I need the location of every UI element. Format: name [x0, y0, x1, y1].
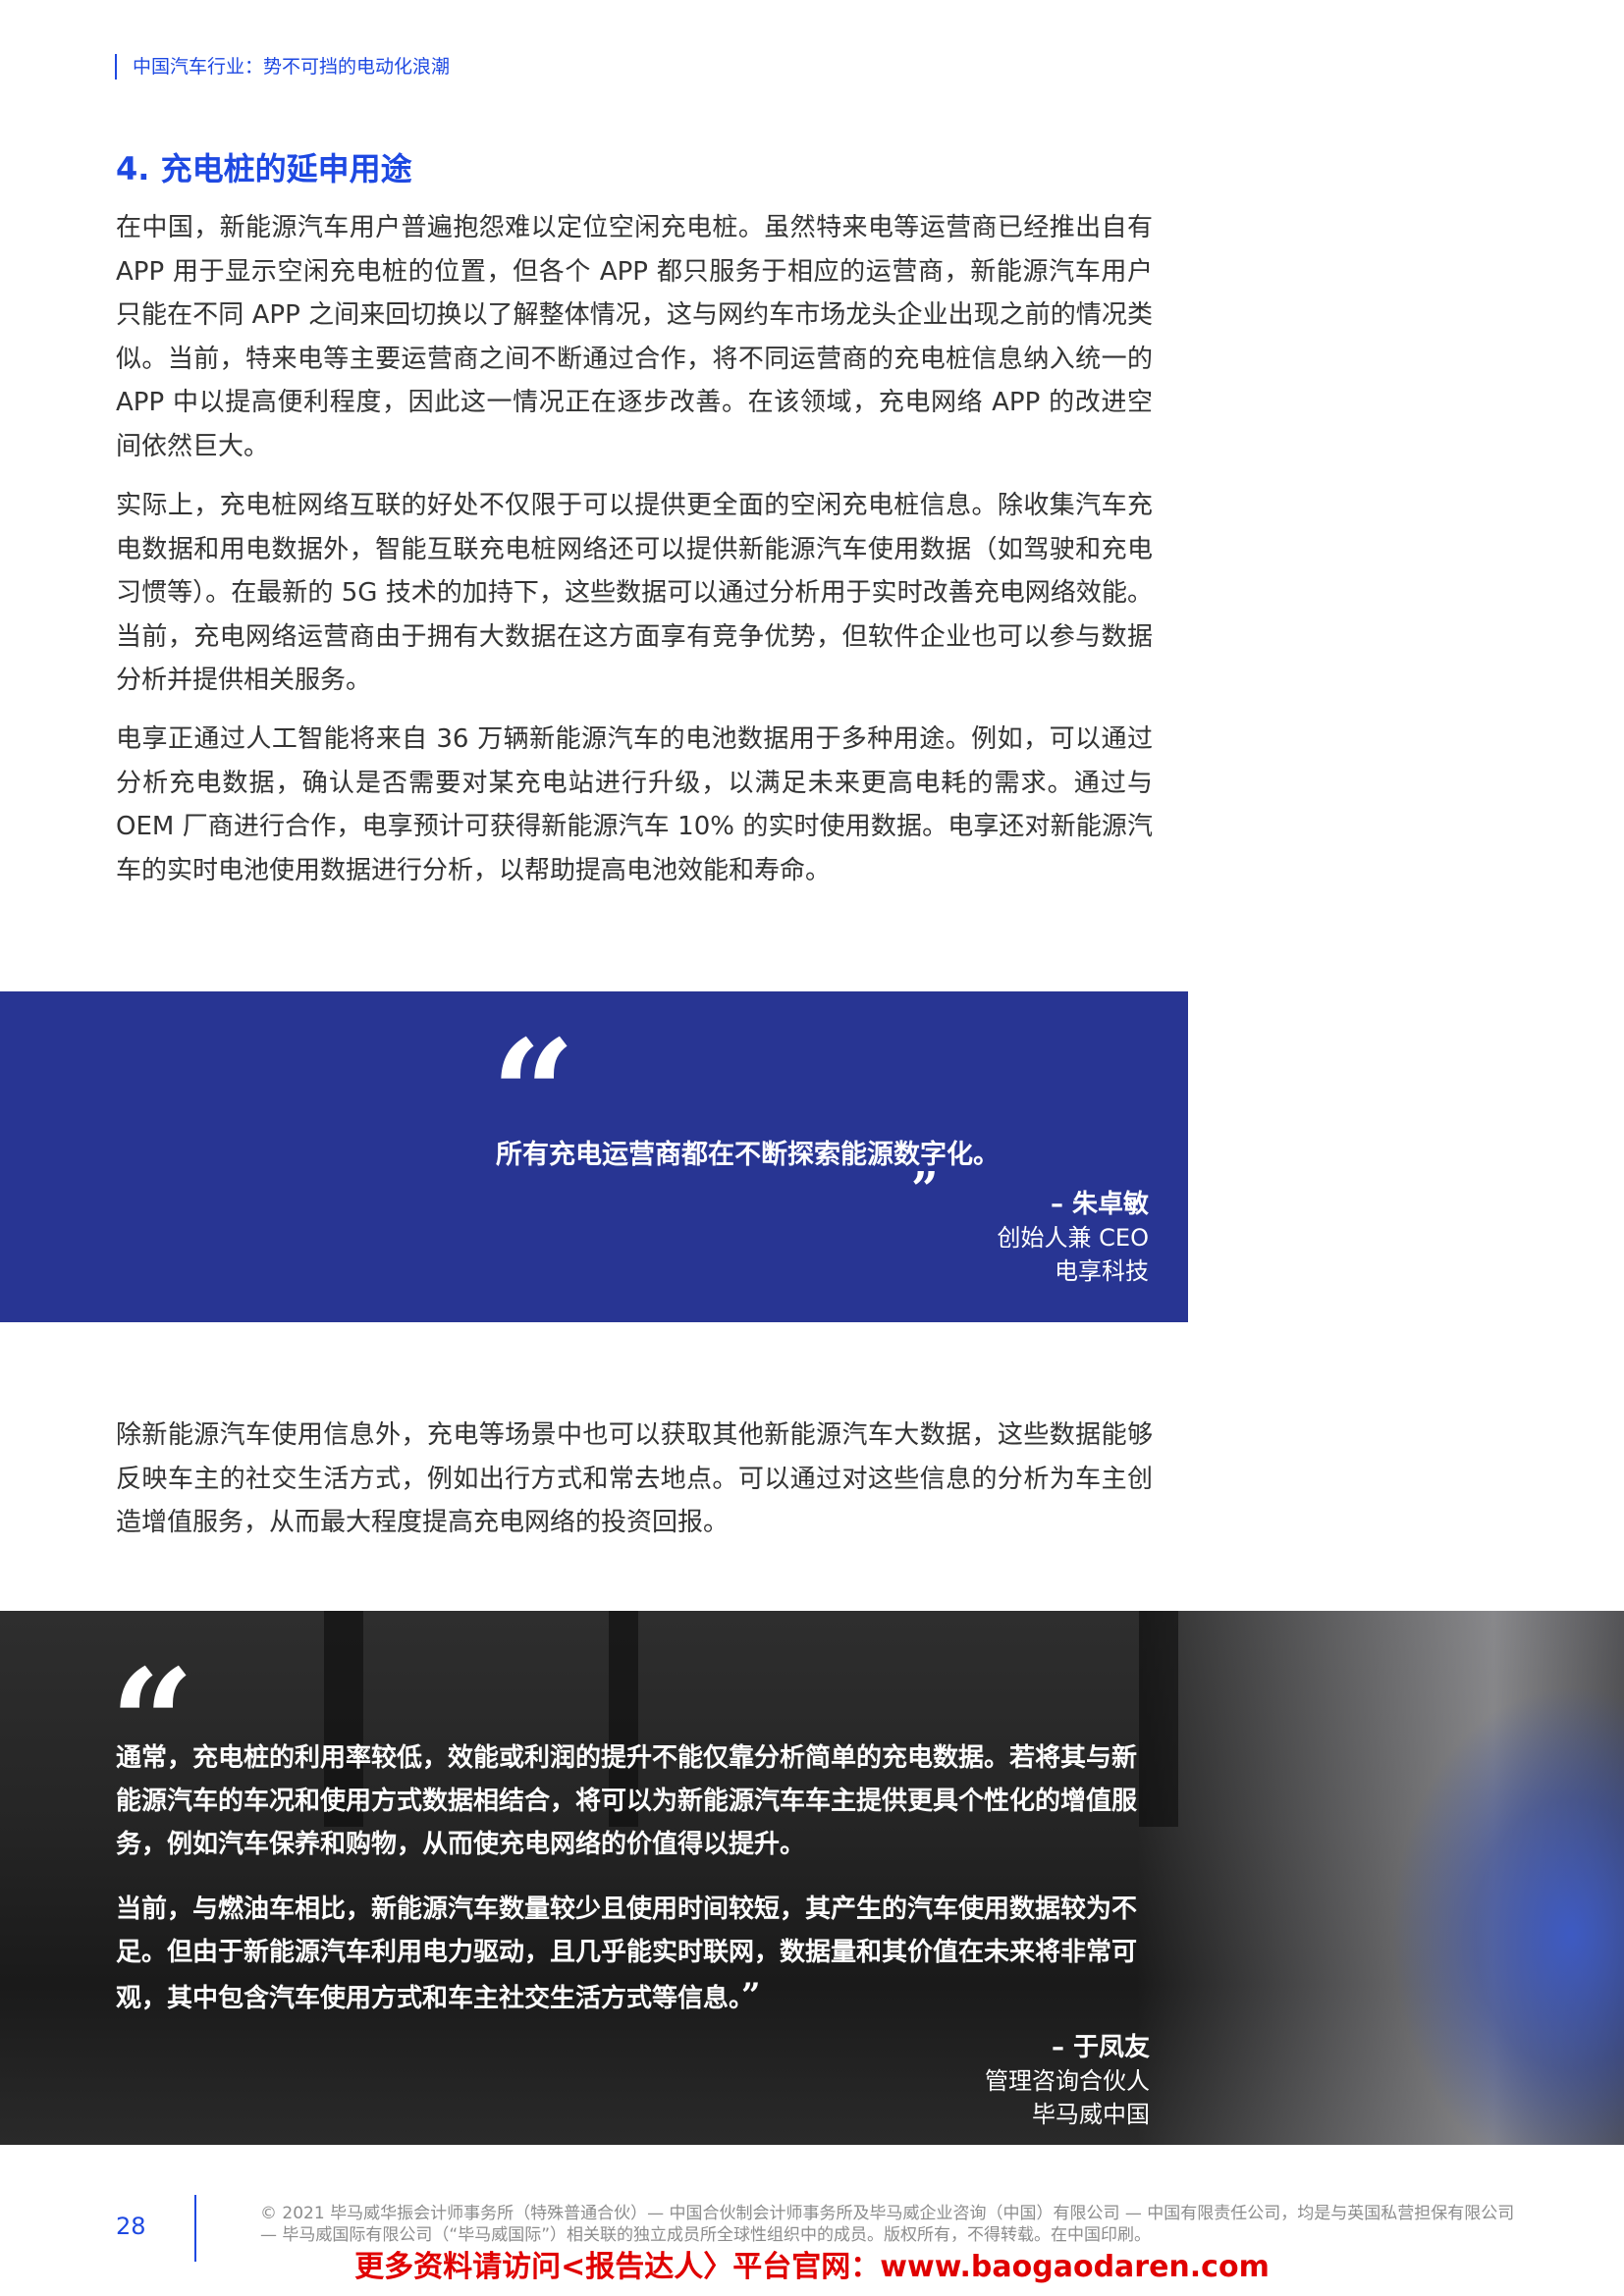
quote-author-title: 创始人兼 CEO — [997, 1224, 1149, 1252]
quote-text: 通常，充电桩的利用率较低，效能或利润的提升不能仅靠分析简单的充电数据。若将其与新… — [116, 1743, 1138, 1859]
quote-author-name: – 朱卓敏 — [1050, 1190, 1149, 1219]
copyright-notice: © 2021 毕马威华振会计师事务所（特殊普通合伙）— 中国合伙制会计师事务所及… — [260, 2204, 1515, 2245]
quote-attribution: – 朱卓敏 创始人兼 CEO 电享科技 — [998, 1188, 1149, 1288]
quote-attribution: – 于凤友 管理咨询合伙人 毕马威中国 — [985, 2031, 1150, 2131]
quote-text-body: 当前，与燃油车相比，新能源汽车数量较少且使用时间较短，其产生的汽车使用数据较为不… — [116, 1895, 1138, 2013]
close-quote-icon: ” — [911, 1162, 939, 1217]
body-paragraph: 实际上，充电桩网络互联的好处不仅限于可以提供更全面的空闲充电桩信息。除收集汽车充… — [116, 491, 1153, 695]
quote-author-title: 管理咨询合伙人 — [985, 2067, 1150, 2095]
body-paragraph: 除新能源汽车使用信息外，充电等场景中也可以获取其他新能源汽车大数据，这些数据能够… — [116, 1420, 1153, 1537]
watermark-link[interactable]: 更多资料请访问<报告达人〉平台官网：www.baogaodaren.com — [0, 2248, 1624, 2287]
quote-author-company: 电享科技 — [1055, 1257, 1149, 1285]
photo-quote-panel: “ 通常，充电桩的利用率较低，效能或利润的提升不能仅靠分析简单的充电数据。若将其… — [0, 1611, 1624, 2145]
close-quote-icon: ” — [741, 1976, 761, 2015]
quote-author-company: 毕马威中国 — [1032, 2101, 1150, 2128]
page-number: 28 — [116, 2213, 146, 2240]
quote-author-name: – 于凤友 — [1051, 2033, 1150, 2062]
body-paragraph: 在中国，新能源汽车用户普遍抱怨难以定位空闲充电桩。虽然特来电等运营商已经推出自有… — [116, 213, 1153, 461]
quote-text: 当前，与燃油车相比，新能源汽车数量较少且使用时间较短，其产生的汽车使用数据较为不… — [116, 1888, 1157, 2020]
pull-quote-panel: “ 所有充电运营商都在不断探索能源数字化。 ” – 朱卓敏 创始人兼 CEO 电… — [0, 991, 1188, 1322]
body-paragraph: 电享正通过人工智能将来自 36 万辆新能源汽车的电池数据用于多种用途。例如，可以… — [116, 724, 1153, 885]
section-title: 4. 充电桩的延申用途 — [116, 150, 412, 187]
running-header: 中国汽车行业：势不可挡的电动化浪潮 — [115, 54, 450, 80]
